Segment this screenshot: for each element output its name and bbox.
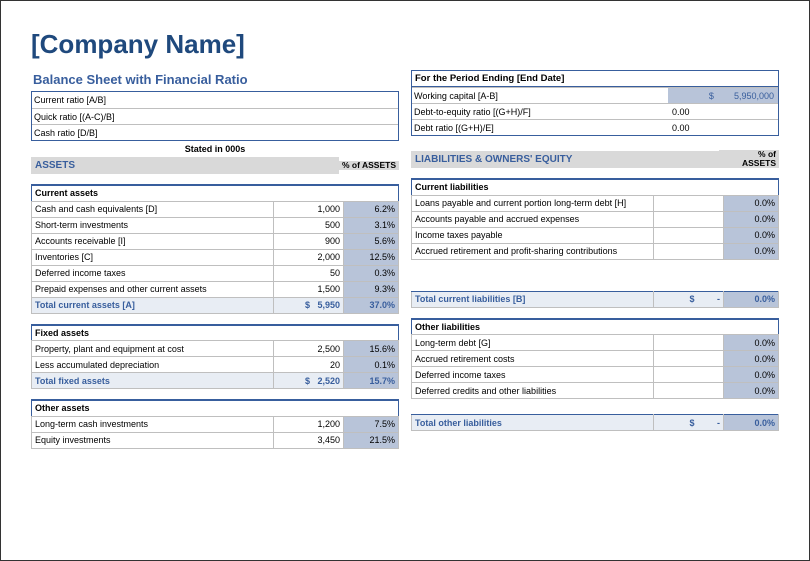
section-header: Other liabilities (412, 319, 779, 335)
document-subtitle: Balance Sheet with Financial Ratio (31, 68, 399, 91)
section-header: Current liabilities (412, 179, 779, 195)
assets-heading: ASSETS (31, 157, 339, 174)
section-header: Fixed assets (32, 325, 399, 341)
section-header: Current assets (32, 185, 399, 201)
ratio-row: Debt-to-equity ratio [(G+H)/F]0.00 (412, 103, 778, 119)
liabilities-heading: LIABILITIES & OWNERS' EQUITY (411, 151, 719, 168)
balance-sheet-document: [Company Name] Balance Sheet with Financ… (0, 0, 810, 561)
other-assets-table: Other assets Long-term cash investments1… (31, 399, 399, 449)
ratio-row: Cash ratio [D/B] (32, 124, 398, 140)
right-column: For the Period Ending [End Date] Working… (411, 68, 779, 449)
stated-in-label: Stated in 000s (31, 144, 399, 154)
section-header: Other assets (32, 400, 399, 416)
left-column: Balance Sheet with Financial Ratio Curre… (31, 68, 399, 449)
period-ratios-box: For the Period Ending [End Date] Working… (411, 70, 779, 136)
pct-of-assets-heading: % of ASSETS (339, 161, 399, 170)
other-liabilities-table: Other liabilities Long-term debt [G]0.0%… (411, 318, 779, 432)
current-assets-table: Current assets Cash and cash equivalents… (31, 184, 399, 314)
ratio-row: Working capital [A-B]$ 5,950,000 (412, 87, 778, 103)
period-heading: For the Period Ending [End Date] (412, 71, 778, 87)
ratio-row: Quick ratio [(A-C)/B] (32, 108, 398, 124)
fixed-assets-table: Fixed assets Property, plant and equipme… (31, 324, 399, 390)
ratio-row: Current ratio [A/B] (32, 92, 398, 108)
ratio-row: Debt ratio [(G+H)/E]0.00 (412, 119, 778, 135)
pct-of-assets-heading: % ofASSETS (719, 150, 779, 168)
company-name: [Company Name] (31, 29, 779, 60)
ratios-left-box: Current ratio [A/B] Quick ratio [(A-C)/B… (31, 91, 399, 141)
current-liabilities-table: Current liabilities Loans payable and cu… (411, 178, 779, 308)
